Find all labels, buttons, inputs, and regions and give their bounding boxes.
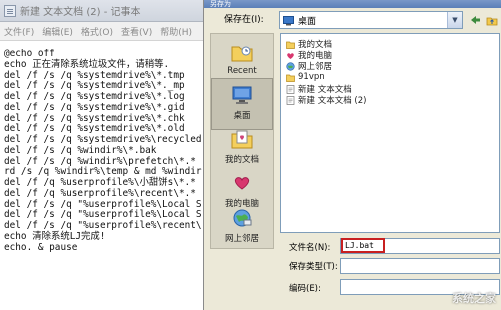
my-documents-icon — [231, 129, 253, 149]
desktop-icon — [283, 15, 294, 25]
menu-file[interactable]: 文件(F) — [0, 25, 38, 38]
network-icon — [286, 61, 295, 71]
filename-value: LJ.bat — [345, 241, 374, 250]
file-list[interactable]: 我的文档 我的电脑 网上邻居 91vpn 新建 文本文档 新建 文本文档 (2) — [280, 33, 500, 233]
place-label: 桌面 — [233, 111, 251, 121]
file-name: 新建 文本文档 (2) — [298, 96, 367, 106]
chevron-down-icon[interactable]: ▼ — [447, 12, 462, 28]
menu-format[interactable]: 格式(O) — [77, 25, 117, 38]
folder-icon — [286, 73, 295, 82]
file-name: 网上邻居 — [298, 62, 333, 72]
text-file-icon — [286, 84, 295, 94]
watermark: 系统之家 — [452, 292, 496, 305]
up-folder-icon[interactable] — [483, 12, 500, 28]
place-label: 网上邻居 — [224, 234, 259, 244]
menu-edit[interactable]: 编辑(E) — [38, 25, 77, 38]
save-in-label: 保存在(I): — [224, 15, 264, 25]
my-computer-icon — [231, 173, 253, 193]
desktop-icon — [231, 85, 253, 105]
menu-help[interactable]: 帮助(H) — [156, 25, 196, 38]
network-places-icon — [231, 208, 253, 228]
file-item-network[interactable]: 网上邻居 — [286, 60, 332, 72]
save-as-dialog: 另存为 保存在(I): 桌面 ▼ Recent 桌面 我的文档 我的电脑 网上邻… — [203, 0, 501, 310]
filetype-dropdown[interactable] — [340, 258, 500, 274]
file-name: 91vpn — [298, 72, 325, 82]
save-in-row: 保存在(I): — [224, 12, 264, 25]
file-item-91vpn[interactable]: 91vpn — [286, 72, 325, 82]
notepad-app-icon — [4, 4, 16, 17]
text-file-icon — [286, 95, 295, 105]
menu-view[interactable]: 查看(V) — [117, 25, 156, 38]
place-network[interactable]: 网上邻居 — [211, 202, 273, 254]
filename-label: 文件名(N): — [289, 243, 331, 253]
notepad-title: 新建 文本文档 (2) - 记事本 — [20, 7, 141, 18]
file-item-text-doc-2[interactable]: 新建 文本文档 (2) — [286, 94, 366, 106]
places-bar: Recent 桌面 我的文档 我的电脑 网上邻居 — [210, 33, 274, 249]
filetype-label: 保存类型(T): — [289, 262, 338, 272]
dialog-title: 另存为 — [210, 0, 231, 8]
dialog-title-bar[interactable]: 另存为 — [204, 0, 501, 8]
heart-icon — [286, 51, 295, 60]
filename-input[interactable]: LJ.bat — [341, 238, 385, 253]
save-in-dropdown[interactable]: 桌面 ▼ — [279, 11, 463, 29]
place-label: 我的文档 — [224, 155, 259, 165]
encoding-label: 编码(E): — [289, 284, 321, 294]
back-icon[interactable] — [466, 12, 483, 28]
save-in-value: 桌面 — [298, 16, 317, 27]
recent-folder-icon — [231, 42, 253, 62]
place-label: Recent — [227, 66, 257, 76]
folder-icon — [286, 40, 295, 49]
